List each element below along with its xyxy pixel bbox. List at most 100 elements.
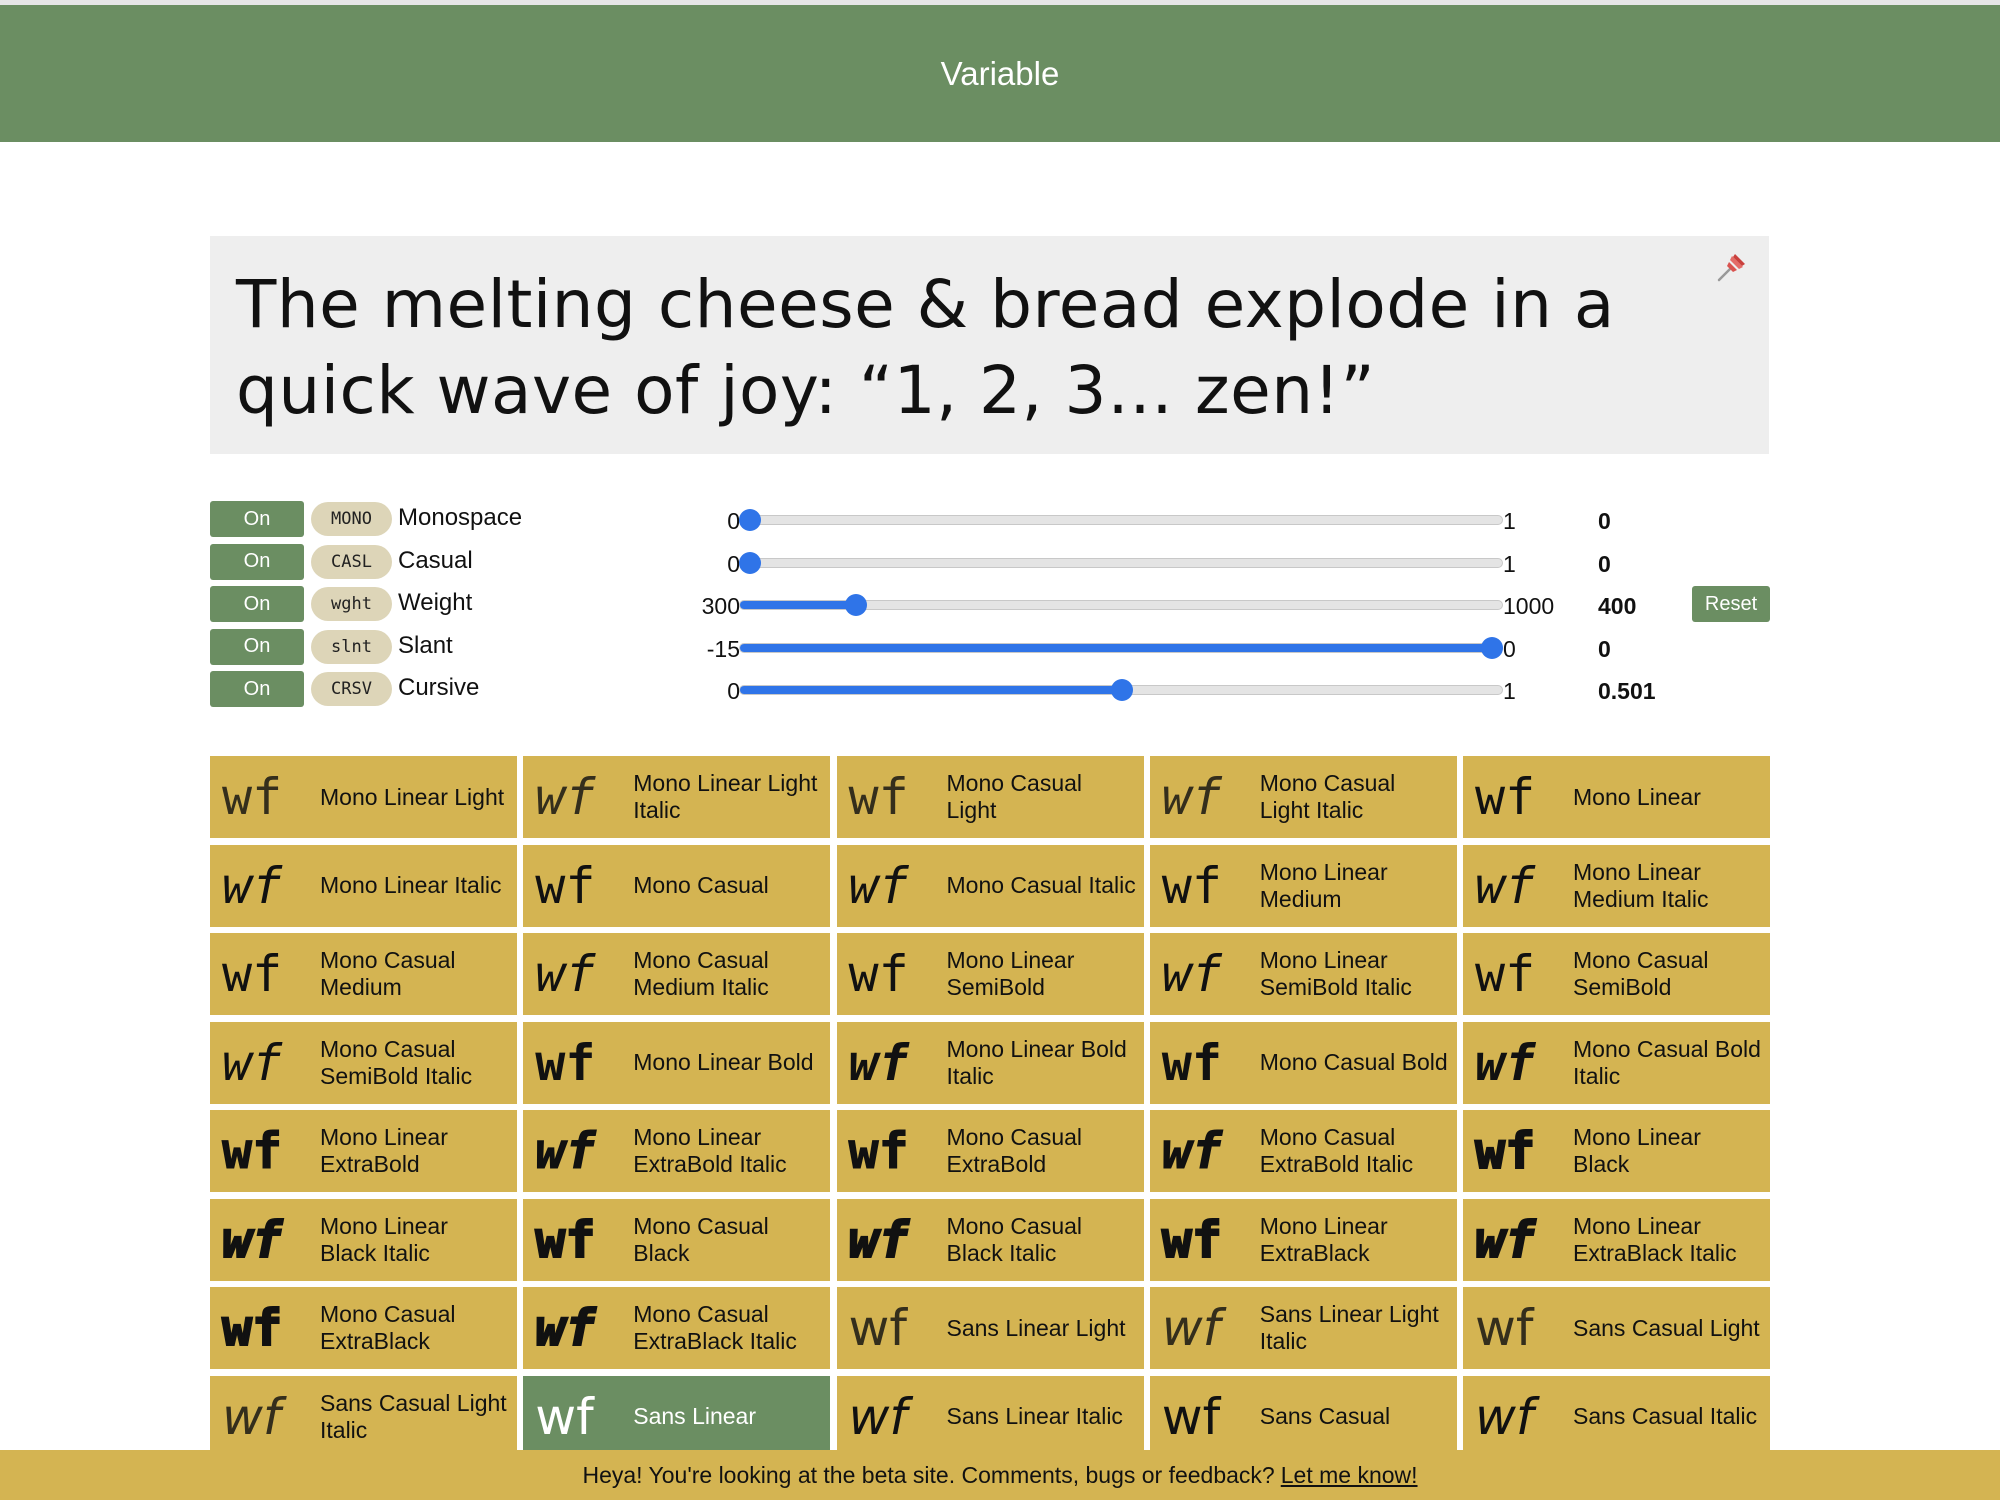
axis-row-mono: On MONO Monospace 0 1 0	[210, 500, 1770, 543]
glyph-sample: wf	[535, 1033, 596, 1092]
reset-button[interactable]: Reset	[1692, 586, 1770, 622]
glyph-sample: wf	[535, 856, 596, 915]
glyph-sample: wf	[535, 1122, 596, 1180]
font-style-tile[interactable]: wf Mono Casual Italic	[836, 844, 1144, 927]
axis-slider-handle[interactable]	[1110, 679, 1133, 701]
glyph-sample: wf	[535, 1387, 594, 1446]
axis-tag: slnt	[311, 629, 392, 664]
font-style-tile[interactable]: wf Mono Casual ExtraBold Italic	[1149, 1110, 1457, 1192]
font-style-tile[interactable]: wf Mono Casual Medium Italic	[523, 933, 831, 1015]
font-style-label: Mono Linear Light	[320, 783, 505, 810]
font-style-tile[interactable]: wf Sans Linear Italic	[836, 1375, 1144, 1450]
page-title: Variable	[940, 54, 1060, 92]
font-style-tile[interactable]: wf Mono Linear Bold Italic	[836, 1021, 1144, 1104]
font-style-tile[interactable]: wf Mono Casual SemiBold	[1463, 933, 1770, 1015]
axis-slider-handle[interactable]	[739, 551, 761, 574]
font-style-label: Mono Linear Bold	[633, 1049, 814, 1075]
font-style-tile[interactable]: wf Mono Casual	[523, 844, 831, 927]
axis-slider-handle[interactable]	[1481, 636, 1503, 659]
font-style-tile[interactable]: wf Mono Linear	[1463, 756, 1770, 838]
font-style-tile[interactable]: wf Sans Casual Light	[1463, 1287, 1770, 1369]
font-style-label: Mono Linear ExtraBold	[320, 1124, 448, 1177]
font-style-tile[interactable]: wf Mono Linear Black	[1463, 1110, 1770, 1192]
glyph-sample: wf	[1475, 768, 1536, 826]
axis-max-value: 1	[1503, 550, 1516, 577]
axis-max-value: 1	[1503, 678, 1516, 704]
font-style-tile[interactable]: wf Mono Linear ExtraBlack	[1149, 1198, 1457, 1281]
font-style-label: Mono Casual Black	[633, 1212, 769, 1266]
glyph-sample: wf	[534, 1299, 596, 1357]
font-style-tile[interactable]: wf Mono Linear ExtraBold Italic	[523, 1110, 831, 1192]
axis-slider-handle[interactable]	[845, 594, 868, 616]
preview-box[interactable]: The melting cheese & bread explode in a …	[210, 236, 1769, 454]
axis-tag: CASL	[311, 544, 392, 579]
axis-toggle-button[interactable]: On	[210, 586, 304, 622]
font-style-tile[interactable]: wf Mono Linear Medium	[1149, 844, 1457, 927]
font-style-tile[interactable]: wf Sans Linear Light Italic	[1149, 1287, 1457, 1369]
axis-slider-track[interactable]	[739, 642, 1503, 653]
font-style-tile[interactable]: wf Mono Linear SemiBold Italic	[1149, 933, 1457, 1015]
font-style-tile[interactable]: wf Sans Linear	[523, 1375, 831, 1450]
glyph-sample: wf	[1474, 1210, 1536, 1269]
font-style-tile[interactable]: wf Mono Linear Light	[210, 756, 517, 838]
glyph-sample: wf	[222, 1033, 283, 1092]
font-style-label: Sans Linear	[633, 1403, 756, 1429]
axis-row-crsv: On CRSV Cursive 0 1 0.501	[210, 670, 1770, 713]
font-style-tile[interactable]: wf Mono Casual Light Italic	[1149, 756, 1457, 838]
font-style-tile[interactable]: wf Mono Linear Italic	[210, 844, 517, 927]
font-style-tile[interactable]: wf Mono Casual Bold	[1149, 1021, 1457, 1104]
font-style-tile[interactable]: wf Mono Casual Medium	[210, 933, 517, 1015]
axis-toggle-button[interactable]: On	[210, 628, 304, 665]
axis-toggle-button[interactable]: On	[210, 543, 304, 580]
axis-slider-handle[interactable]	[739, 509, 761, 531]
font-style-tile[interactable]: wf Mono Linear ExtraBlack Italic	[1463, 1198, 1770, 1281]
font-style-label: Mono Linear ExtraBlack	[1259, 1212, 1388, 1266]
font-style-tile[interactable]: wf Mono Casual ExtraBlack	[210, 1287, 517, 1369]
glyph-sample: wf	[848, 856, 909, 915]
axis-toggle-button[interactable]: On	[210, 501, 304, 537]
axis-current-value: 0	[1598, 508, 1611, 534]
font-style-tile[interactable]: wf Mono Linear Medium Italic	[1463, 844, 1770, 927]
font-style-tile[interactable]: wf Mono Linear Black Italic	[210, 1198, 517, 1281]
axis-controls: On MONO Monospace 0 1 0 On CASL Casual 0 1 0 On wght W…	[210, 500, 1770, 713]
axis-slider-track[interactable]	[739, 515, 1503, 525]
font-style-label: Mono Linear Medium	[1259, 858, 1388, 912]
font-style-tile[interactable]: wf Mono Casual ExtraBlack Italic	[523, 1287, 831, 1369]
pushpin-icon[interactable]	[1715, 250, 1749, 284]
glyph-sample: wf	[1161, 1387, 1221, 1446]
font-style-label: Mono Casual Bold	[1259, 1049, 1448, 1075]
font-style-label: Mono Linear SemiBold	[946, 947, 1075, 1000]
preview-text[interactable]: The melting cheese & bread explode in a …	[236, 262, 1716, 434]
font-style-tile[interactable]: wf Mono Linear Light Italic	[523, 756, 831, 838]
font-style-tile[interactable]: wf Sans Casual	[1149, 1375, 1457, 1450]
font-style-label: Sans Linear Light	[946, 1314, 1126, 1341]
font-style-label: Mono Linear	[1573, 783, 1701, 810]
axis-slider-fill	[740, 601, 849, 609]
font-style-tile[interactable]: wf Sans Linear Light	[836, 1287, 1144, 1369]
glyph-sample: wf	[1161, 1033, 1222, 1092]
axis-min-value: 300	[701, 593, 740, 619]
font-style-tile[interactable]: wf Mono Casual SemiBold Italic	[210, 1021, 517, 1104]
axis-current-value: 400	[1598, 593, 1637, 619]
font-style-tile[interactable]: wf Sans Casual Italic	[1463, 1375, 1770, 1450]
font-style-grid: wf Mono Linear Light wf Mono Linear Light I…	[210, 756, 1770, 1450]
axis-slider-track[interactable]	[739, 557, 1503, 568]
font-style-label: Mono Linear ExtraBold Italic	[633, 1124, 787, 1177]
font-style-tile[interactable]: wf Mono Casual Light	[836, 756, 1144, 838]
font-style-tile[interactable]: wf Mono Linear Bold	[523, 1021, 831, 1104]
font-style-tile[interactable]: wf Sans Casual Light Italic	[210, 1375, 517, 1450]
font-style-label: Mono Casual Medium Italic	[633, 947, 769, 1000]
font-style-label: Sans Casual Light Italic	[320, 1389, 507, 1443]
font-style-tile[interactable]: wf Mono Casual Black Italic	[836, 1198, 1144, 1281]
font-style-tile[interactable]: wf Mono Casual ExtraBold	[836, 1110, 1144, 1192]
feedback-link[interactable]: Let me know!	[1281, 1462, 1418, 1489]
axis-slider-fill	[740, 686, 1122, 694]
font-style-tile[interactable]: wf Mono Linear SemiBold	[836, 933, 1144, 1015]
axis-toggle-button[interactable]: On	[210, 671, 304, 707]
glyph-sample: wf	[1475, 945, 1536, 1003]
font-style-tile[interactable]: wf Mono Linear ExtraBold	[210, 1110, 517, 1192]
font-style-tile[interactable]: wf Mono Casual Bold Italic	[1463, 1021, 1770, 1104]
glyph-sample: wf	[221, 1210, 283, 1269]
axis-row-casl: On CASL Casual 0 1 0	[210, 543, 1770, 586]
font-style-tile[interactable]: wf Mono Casual Black	[523, 1198, 831, 1281]
